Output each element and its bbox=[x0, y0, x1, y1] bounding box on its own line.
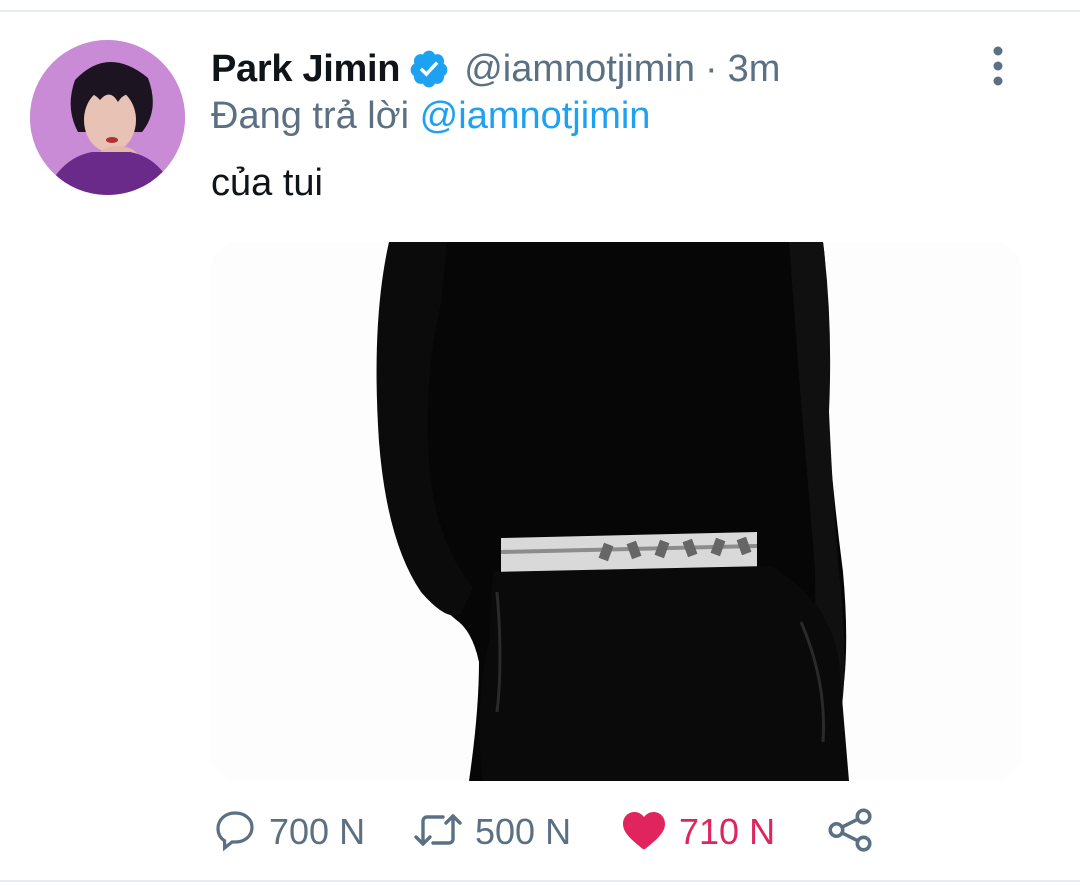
avatar[interactable] bbox=[30, 40, 185, 195]
reply-button[interactable]: 700 N bbox=[211, 803, 365, 861]
like-button[interactable]: 710 N bbox=[619, 803, 775, 861]
reply-mention-link[interactable]: @iamnotjimin bbox=[420, 95, 651, 137]
comment-icon bbox=[211, 806, 259, 859]
replying-to: Đang trả lời @iamnotjimin bbox=[211, 95, 650, 138]
share-button[interactable] bbox=[825, 803, 875, 861]
reply-prefix: Đang trả lời bbox=[211, 95, 410, 137]
retweet-count: 500 N bbox=[475, 811, 572, 852]
separator: · bbox=[704, 47, 718, 90]
media-silhouette bbox=[211, 242, 1021, 781]
tweet-text: của tui bbox=[211, 162, 323, 204]
like-count: 710 N bbox=[679, 811, 776, 852]
more-vertical-icon[interactable] bbox=[980, 44, 1016, 88]
display-name[interactable]: Park Jimin bbox=[211, 48, 401, 91]
avatar-image bbox=[30, 40, 185, 195]
tweet-media-image[interactable] bbox=[211, 242, 1021, 781]
retweet-button[interactable]: 500 N bbox=[411, 803, 571, 861]
retweet-icon bbox=[411, 806, 465, 859]
timestamp[interactable]: 3m bbox=[728, 48, 781, 91]
heart-icon bbox=[619, 806, 669, 859]
tweet-action-bar: 700 N 500 N 710 N bbox=[211, 803, 911, 861]
handle[interactable]: @iamnotjimin bbox=[464, 48, 695, 91]
verified-badge-icon bbox=[408, 48, 450, 90]
reply-count: 700 N bbox=[269, 811, 366, 852]
bottom-divider bbox=[0, 880, 1080, 882]
top-divider bbox=[0, 10, 1080, 12]
tweet-header: Park Jimin @iamnotjimin · 3m bbox=[211, 42, 780, 96]
share-icon bbox=[825, 805, 875, 860]
